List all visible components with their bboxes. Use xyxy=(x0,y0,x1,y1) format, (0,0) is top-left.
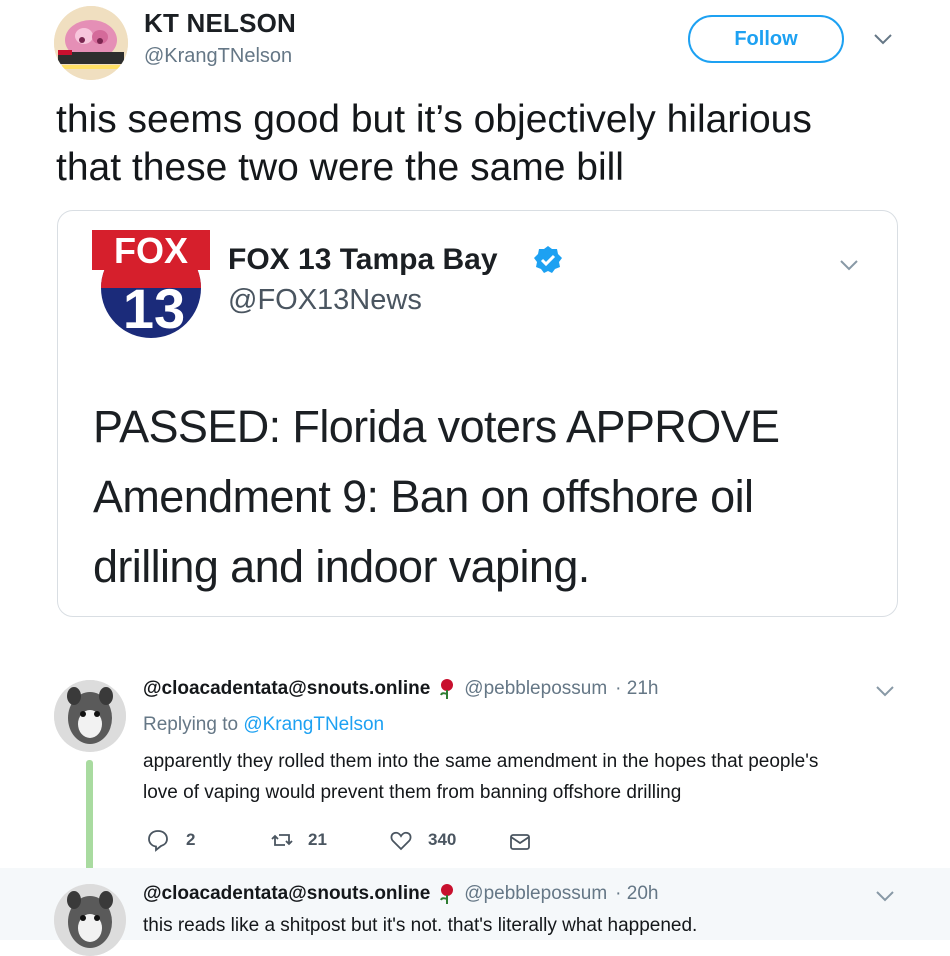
direct-message-icon[interactable] xyxy=(508,830,532,854)
reply-author-handle[interactable]: @pebblepossum xyxy=(464,678,607,700)
replying-to-prefix: Replying to xyxy=(143,714,244,735)
reply-text: apparently they rolled them into the sam… xyxy=(143,746,923,808)
reply-count: 2 xyxy=(186,830,196,849)
author-avatar[interactable] xyxy=(54,6,128,80)
author-handle[interactable]: @KrangTNelson xyxy=(144,45,292,68)
thread-connector-line xyxy=(86,760,93,880)
reply-timestamp[interactable]: · 21h xyxy=(615,678,658,700)
reply-author-handle[interactable]: @pebblepossum xyxy=(464,883,607,905)
tweet-text-line: that these two were the same bill xyxy=(56,146,624,189)
quoted-author-handle[interactable]: @FOX13News xyxy=(228,284,422,317)
fox-logo-text: FOX xyxy=(114,230,188,271)
verified-badge-icon xyxy=(534,246,562,273)
rose-icon xyxy=(440,679,454,699)
reply-icon[interactable] xyxy=(146,828,170,852)
quoted-text-line: drilling and indoor vaping. xyxy=(93,541,590,592)
chevron-down-icon[interactable] xyxy=(874,889,896,903)
like-count: 340 xyxy=(428,830,457,849)
reply-avatar[interactable] xyxy=(54,680,126,752)
quoted-text-line: PASSED: Florida voters APPROVE xyxy=(93,401,780,452)
replying-to: Replying to @KrangTNelson xyxy=(143,714,384,736)
replying-to-link[interactable]: @KrangTNelson xyxy=(243,714,384,735)
quoted-author-name[interactable]: FOX 13 Tampa Bay xyxy=(228,243,498,277)
reply-text: this reads like a shitpost but it's not.… xyxy=(143,910,923,941)
tweet-text: this seems good but it’s objectively hil… xyxy=(56,96,916,192)
retweet-count: 21 xyxy=(308,830,327,849)
reply-header: @cloacadentata@snouts.online @pebbleposs… xyxy=(143,883,658,905)
reply-author-name[interactable]: @cloacadentata@snouts.online xyxy=(143,883,430,905)
reply-author-name[interactable]: @cloacadentata@snouts.online xyxy=(143,678,430,700)
like-heart-icon[interactable] xyxy=(389,828,413,852)
chevron-down-icon[interactable] xyxy=(872,32,894,46)
tweet-text-line: this seems good but it’s objectively hil… xyxy=(56,98,812,141)
quoted-tweet-text: PASSED: Florida voters APPROVE Amendment… xyxy=(93,392,873,602)
author-name[interactable]: KT NELSON xyxy=(144,8,296,39)
reply-timestamp[interactable]: · 20h xyxy=(615,883,658,905)
retweet-icon[interactable] xyxy=(270,828,294,852)
quoted-text-line: Amendment 9: Ban on offshore oil xyxy=(93,471,754,522)
reply-text-line: apparently they rolled them into the sam… xyxy=(143,751,819,772)
follow-button[interactable]: Follow xyxy=(688,15,844,63)
reply-header: @cloacadentata@snouts.online @pebbleposs… xyxy=(143,678,658,700)
fox-logo-number: 13 xyxy=(123,277,185,340)
chevron-down-icon[interactable] xyxy=(838,258,860,272)
reply-text-line: love of vaping would prevent them from b… xyxy=(143,782,682,803)
fox13-logo: FOX 13 xyxy=(92,230,210,340)
rose-icon xyxy=(440,884,454,904)
reply-text-line: this reads like a shitpost but it's not.… xyxy=(143,915,698,936)
chevron-down-icon[interactable] xyxy=(874,684,896,698)
reply-avatar[interactable] xyxy=(54,884,126,956)
